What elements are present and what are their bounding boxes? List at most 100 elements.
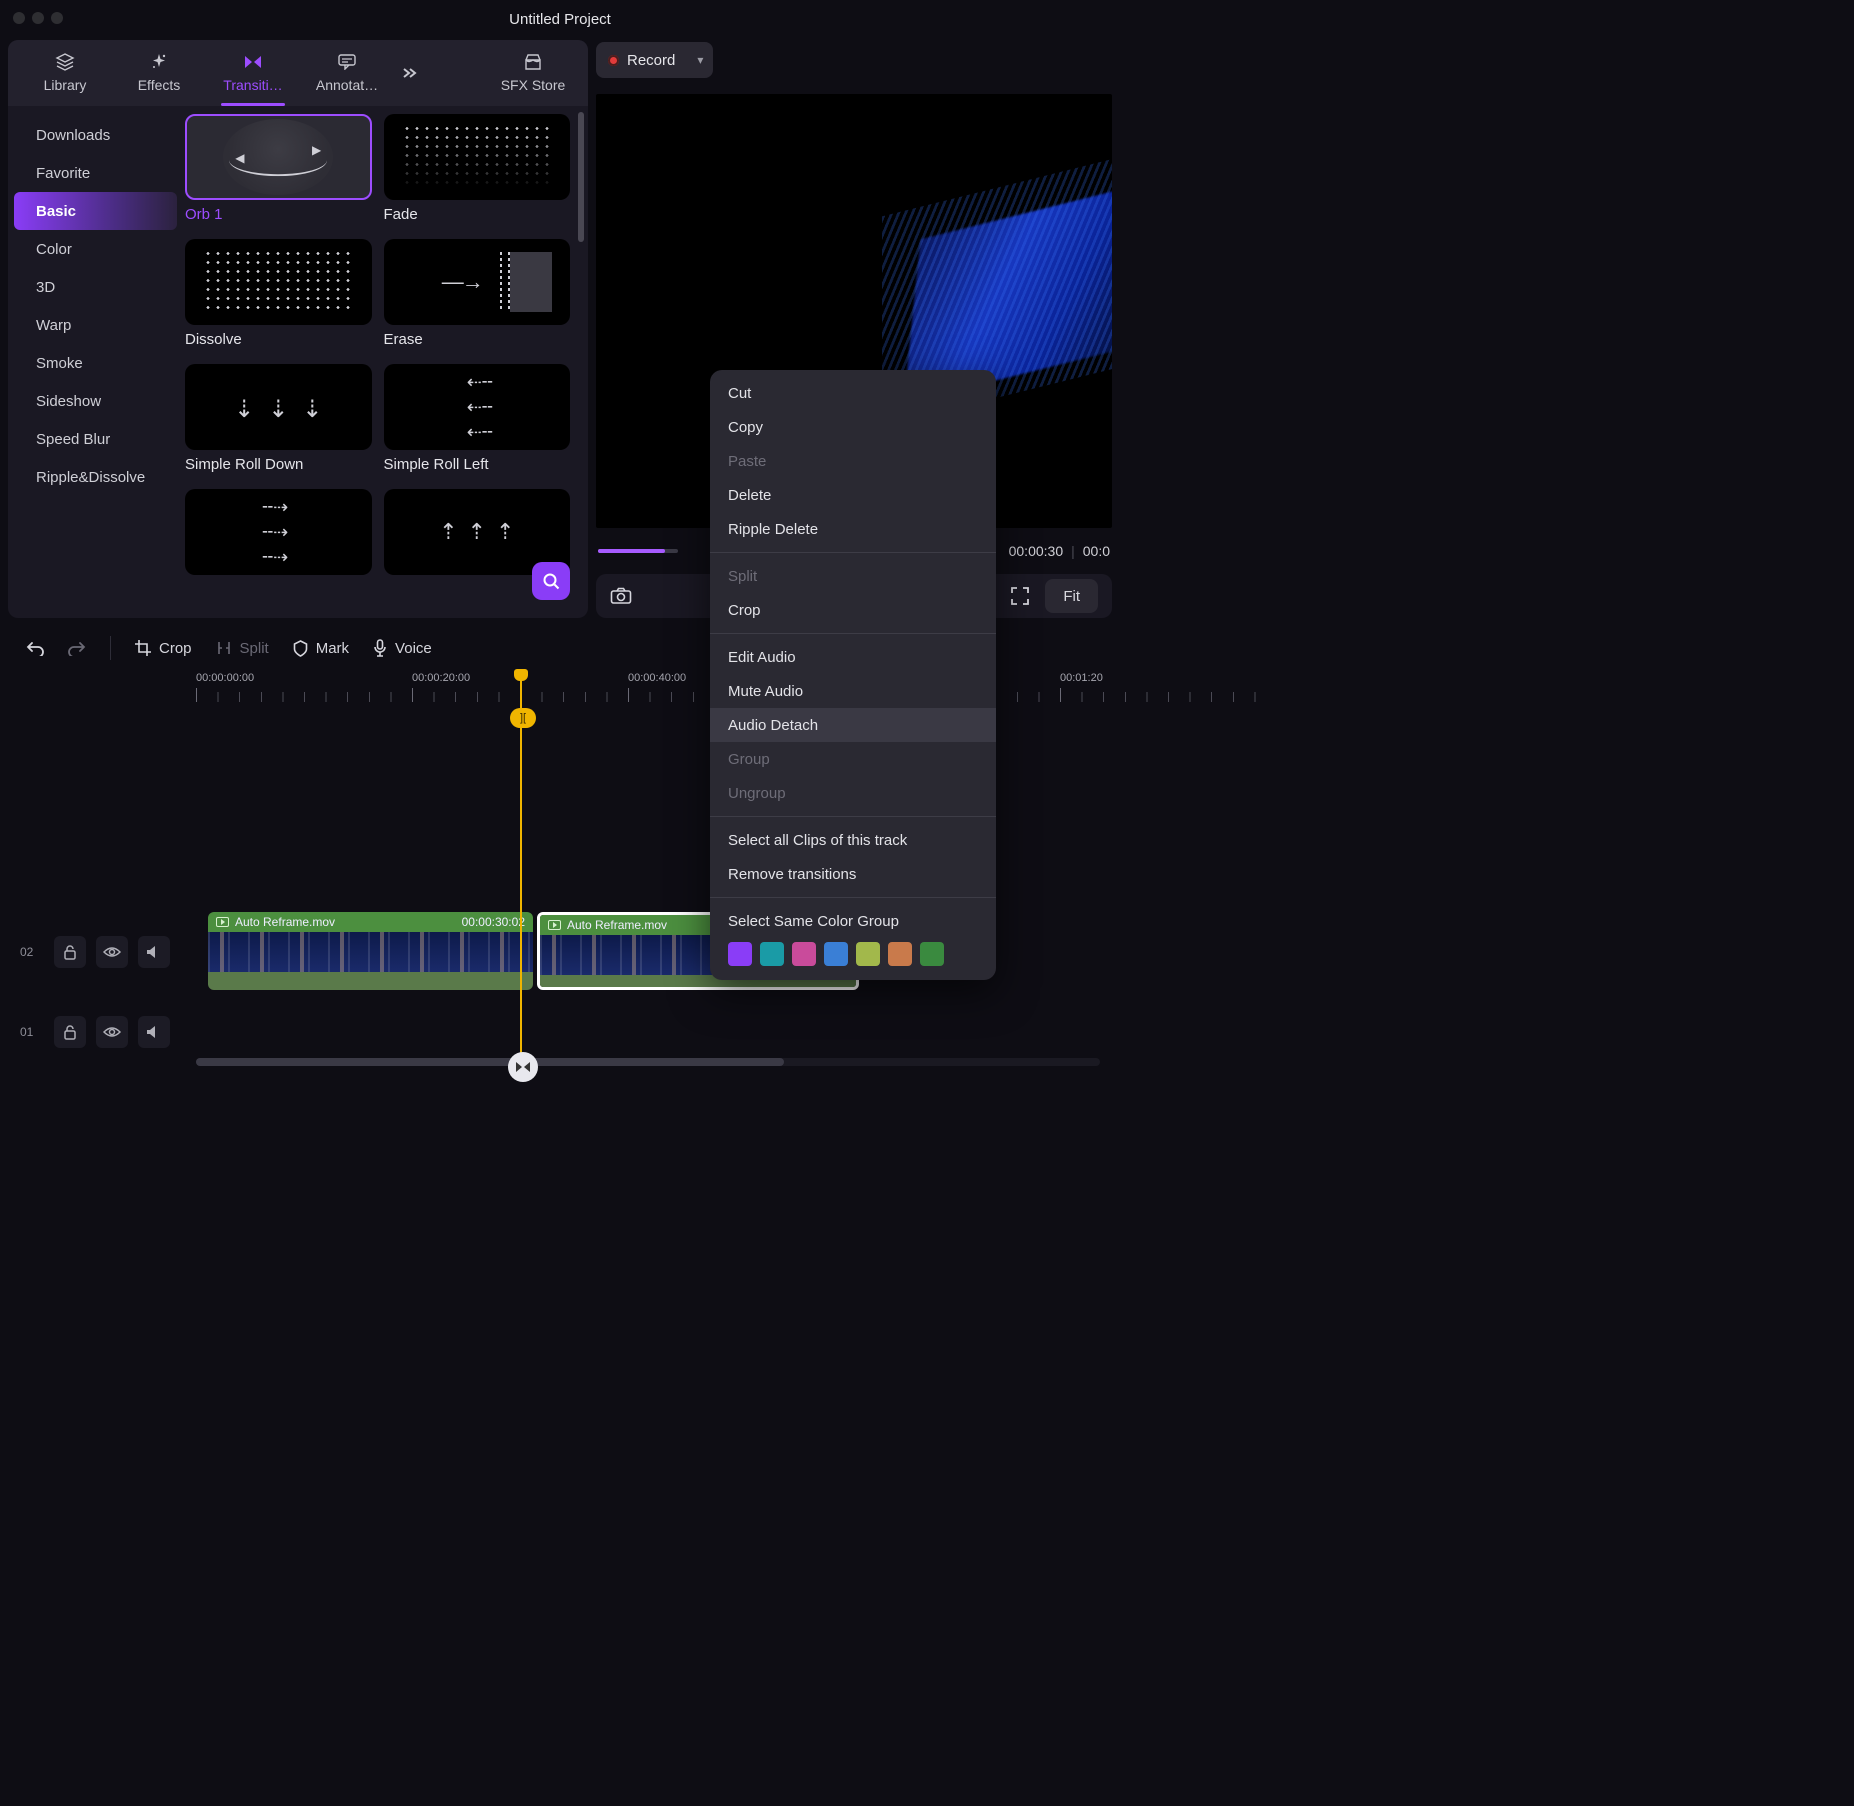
cm-crop[interactable]: Crop [710,593,996,627]
sparkle-icon [149,53,169,71]
transition-thumb-dissolve[interactable] [185,239,372,325]
transition-label: Simple Roll Left [384,456,571,473]
stack-icon [55,53,75,71]
clip-auto-reframe-1[interactable]: Auto Reframe.mov 00:00:30:02 [208,912,533,990]
transition-thumb-orb1[interactable]: ◀▶ [185,114,372,200]
sidebar-item-sideshow[interactable]: Sideshow [14,382,177,420]
sidebar-item-warp[interactable]: Warp [14,306,177,344]
context-menu: Cut Copy Paste Delete Ripple Delete Spli… [710,370,996,980]
cm-cut[interactable]: Cut [710,376,996,410]
cm-paste: Paste [710,444,996,478]
tab-library[interactable]: Library [18,40,112,106]
transition-icon [243,53,263,71]
redo-button[interactable] [62,636,92,660]
track-mute-button[interactable] [138,1016,170,1048]
cm-select-same-color-label: Select Same Color Group [710,904,996,938]
color-swatch-green[interactable] [920,942,944,966]
transition-label: Dissolve [185,331,372,348]
transition-thumb-erase[interactable]: —→ [384,239,571,325]
sidebar-item-3d[interactable]: 3D [14,268,177,306]
time-remainder: 00:0 [1083,543,1110,559]
fit-label: Fit [1063,588,1080,605]
transition-thumb-roll-down[interactable]: ⇣⇣⇣ [185,364,372,450]
store-icon [523,53,543,71]
tab-effects[interactable]: Effects [112,40,206,106]
sidebar-item-downloads[interactable]: Downloads [14,116,177,154]
sidebar-item-basic[interactable]: Basic [14,192,177,230]
track-lock-button[interactable] [54,1016,86,1048]
sidebar-item-speed-blur[interactable]: Speed Blur [14,420,177,458]
tab-transitions[interactable]: Transiti… [206,40,300,106]
color-swatch-blue[interactable] [824,942,848,966]
undo-button[interactable] [20,636,50,660]
search-button[interactable] [532,562,570,600]
cm-edit-audio[interactable]: Edit Audio [710,640,996,674]
comment-icon [337,53,357,71]
color-swatch-purple[interactable] [728,942,752,966]
window-close-icon[interactable] [13,12,25,24]
time-separator: | [1071,543,1075,559]
window-title: Untitled Project [509,11,611,28]
tabs-overflow-button[interactable] [394,66,424,80]
color-swatch-olive[interactable] [856,942,880,966]
split-label: Split [240,640,269,657]
snapshot-button[interactable] [610,585,632,607]
tab-sfx-store[interactable]: SFX Store [488,40,578,106]
ruler-label: 00:01:20 [1060,672,1103,684]
tab-bar: Library Effects Transiti… Annotat… [8,40,588,106]
track-number: 02 [20,945,44,959]
playback-progress[interactable] [598,549,678,553]
cm-delete[interactable]: Delete [710,478,996,512]
tab-label: Library [44,77,87,93]
crop-label: Crop [159,640,192,657]
chevron-down-icon: ▾ [697,53,703,67]
record-dot-icon [608,55,619,66]
fullscreen-button[interactable] [1009,585,1031,607]
clip-play-icon [216,917,229,927]
clip-duration: 00:00:30:02 [462,915,525,929]
transition-thumb-roll-left[interactable]: ⇠╌⇠╌⇠╌ [384,364,571,450]
tab-label: Annotat… [316,77,378,93]
window-zoom-icon[interactable] [51,12,63,24]
record-button[interactable]: Record ▾ [596,42,713,78]
transition-thumb-roll-right[interactable]: ╌⇢╌⇢╌⇢ [185,489,372,575]
cm-ripple-delete[interactable]: Ripple Delete [710,512,996,546]
vertical-scrollbar[interactable] [578,112,584,242]
tab-label: SFX Store [501,77,566,93]
horizontal-scrollbar[interactable] [196,1058,1100,1066]
cm-remove-transitions[interactable]: Remove transitions [710,857,996,891]
ruler-label: 00:00:20:00 [412,672,470,684]
cm-select-all-track[interactable]: Select all Clips of this track [710,823,996,857]
split-button[interactable]: Split [210,636,275,661]
cm-copy[interactable]: Copy [710,410,996,444]
track-visibility-button[interactable] [96,1016,128,1048]
transition-label: Erase [384,331,571,348]
crop-button[interactable]: Crop [129,636,198,661]
sidebar-item-smoke[interactable]: Smoke [14,344,177,382]
playhead[interactable] [520,672,522,1072]
ruler-label: 00:00:40:00 [628,672,686,684]
trim-handle[interactable]: ][ [510,708,536,728]
color-swatch-teal[interactable] [760,942,784,966]
track-lock-button[interactable] [54,936,86,968]
category-sidebar: Downloads Favorite Basic Color 3D Warp S… [8,106,183,618]
tab-annotations[interactable]: Annotat… [300,40,394,106]
window-minimize-icon[interactable] [32,12,44,24]
transition-label: Orb 1 [185,206,372,223]
cm-mute-audio[interactable]: Mute Audio [710,674,996,708]
cm-audio-detach[interactable]: Audio Detach [710,708,996,742]
cm-ungroup: Ungroup [710,776,996,810]
mark-button[interactable]: Mark [287,636,355,661]
sidebar-item-color[interactable]: Color [14,230,177,268]
track-mute-button[interactable] [138,936,170,968]
cm-group: Group [710,742,996,776]
sidebar-item-ripple-dissolve[interactable]: Ripple&Dissolve [14,458,177,496]
sidebar-item-favorite[interactable]: Favorite [14,154,177,192]
color-swatch-pink[interactable] [792,942,816,966]
track-visibility-button[interactable] [96,936,128,968]
transition-marker[interactable] [508,1052,538,1082]
voice-button[interactable]: Voice [367,635,438,661]
fit-button[interactable]: Fit [1045,579,1098,613]
color-swatch-orange[interactable] [888,942,912,966]
transition-thumb-fade[interactable] [384,114,571,200]
